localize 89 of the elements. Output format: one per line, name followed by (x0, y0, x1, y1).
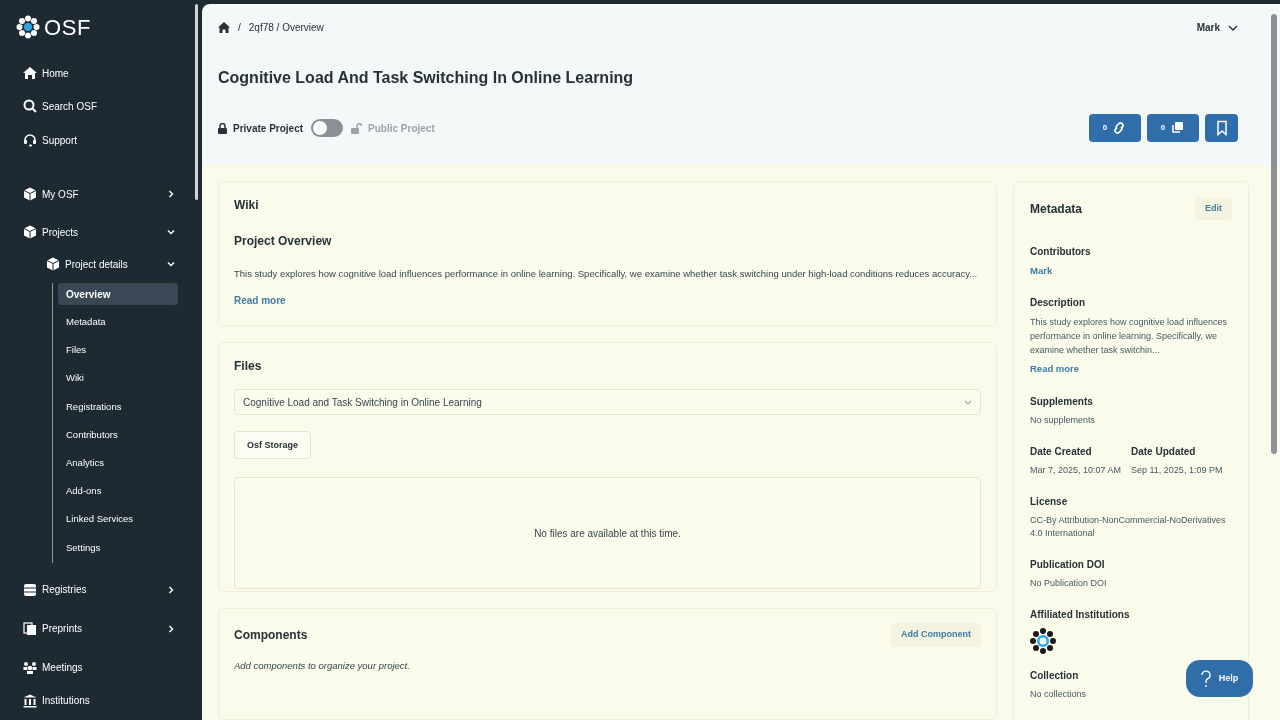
project-title: Cognitive Load And Task Switching In Online Learning (218, 68, 635, 88)
project-select[interactable]: Cognitive Load and Task Switching in Online Learning (234, 389, 981, 416)
nav-subitem[interactable]: Add-ons (58, 480, 178, 503)
nav-item[interactable]: My OSF (0, 183, 202, 205)
chevron-right-icon (166, 623, 176, 634)
wiki-subtitle: Project Overview (234, 233, 333, 250)
search-icon (23, 99, 37, 113)
scrollbar[interactable] (195, 4, 198, 200)
card-heading: Components (234, 626, 308, 644)
nav-item[interactable]: Projects (0, 221, 202, 243)
description-text: This study explores how cognitive load influences performance in online learning. Specifically, we examine whether task switchin... (1030, 316, 1229, 358)
user-menu-button[interactable]: Mark (1196, 20, 1238, 35)
unlock-icon (351, 122, 363, 134)
field-label: Supplements (1030, 394, 1093, 409)
field-label: Affiliated Institutions (1030, 607, 1130, 622)
nav-item[interactable]: Support (0, 129, 202, 151)
nav-subitem[interactable]: Settings (58, 536, 178, 559)
field-label: Publication DOI (1030, 557, 1105, 572)
documents-icon (23, 621, 37, 636)
chevron-down-icon (166, 259, 176, 269)
field-value: No collections (1030, 687, 1087, 701)
visibility-toggle[interactable] (311, 119, 344, 137)
storage-button[interactable]: Osf Storage (234, 431, 311, 460)
field-value: Mar 7, 2025, 10:07 AM (1030, 463, 1123, 477)
nav-item[interactable]: Institutions (0, 689, 202, 712)
components-hint: Add components to organize your project. (234, 658, 411, 673)
chevron-down-icon (964, 399, 972, 405)
nav-item[interactable]: Search OSF (0, 95, 202, 117)
nav-item[interactable]: Registries (0, 578, 202, 601)
nav-subitem[interactable]: Contributors (58, 423, 178, 446)
read-more-link[interactable]: Read more (1030, 362, 1080, 377)
breadcrumb-link[interactable]: 2qf78 / Overview (248, 20, 324, 35)
nav-item[interactable]: Preprints (0, 617, 202, 640)
wiki-text: This study explores how cognitive load influences performance in online learning. Specifically, we examine whether task switching under high-load conditions reduces accuracy... (234, 267, 979, 281)
field-value: Sep 11, 2025, 1:09 PM (1131, 463, 1224, 477)
forks-button[interactable]: 0 (1147, 114, 1199, 142)
nav-item[interactable]: Meetings (0, 656, 202, 679)
card-heading: Wiki (234, 197, 260, 214)
nav-subitem[interactable]: Files (58, 339, 178, 362)
osf-logo-icon[interactable] (16, 15, 40, 39)
field-value: No supplements (1030, 413, 1096, 427)
field-value: No Publication DOI (1030, 576, 1107, 590)
add-component-button[interactable]: Add Component (891, 622, 981, 647)
field-value: CC-By Attribution-NonCommercial-NoDerivatives 4.0 International (1030, 513, 1227, 540)
people-icon (23, 660, 37, 675)
field-label: Collection (1030, 668, 1079, 683)
nav-item[interactable]: Home (0, 62, 202, 84)
public-label: Public Project (368, 121, 435, 136)
links-button[interactable]: 0 (1089, 114, 1141, 142)
nav-item[interactable]: Project details (0, 253, 202, 275)
private-label: Private Project (233, 121, 304, 136)
home-icon (23, 66, 37, 80)
chevron-right-icon (166, 584, 176, 595)
nav-subitem[interactable]: Registrations (58, 395, 178, 418)
logo-text[interactable]: OSF (44, 10, 91, 44)
copy-icon (1169, 120, 1186, 136)
field-label: Date Updated (1131, 444, 1197, 459)
field-label: License (1030, 494, 1068, 509)
panel-heading: Metadata (1030, 201, 1082, 218)
nav-subitem[interactable]: Metadata (58, 311, 178, 334)
scrollbar[interactable] (1271, 14, 1277, 454)
nav-subitem[interactable]: Wiki (58, 367, 178, 390)
nav-subitem[interactable]: Overview (58, 283, 178, 305)
nav-subitem[interactable]: Linked Services (58, 508, 178, 531)
stack-icon (23, 582, 37, 597)
read-more-link[interactable]: Read more (234, 293, 286, 309)
cube-icon (46, 257, 60, 271)
breadcrumb-separator: / (238, 21, 241, 35)
bookmark-button[interactable] (1205, 114, 1238, 142)
headset-icon (23, 133, 37, 147)
nav-subitem[interactable]: Analytics (58, 452, 178, 475)
field-label: Description (1030, 296, 1085, 311)
edit-button[interactable]: Edit (1195, 198, 1232, 220)
building-icon (23, 693, 37, 708)
cube-icon (23, 187, 37, 201)
chevron-down-icon (166, 227, 176, 237)
field-label: Contributors (1030, 245, 1091, 259)
chevron-down-icon (1228, 24, 1238, 31)
help-button[interactable]: Help (1186, 660, 1253, 697)
lock-icon (218, 122, 227, 134)
field-label: Date Created (1030, 444, 1093, 459)
institution-logo-icon[interactable] (1030, 627, 1056, 654)
home-icon[interactable] (218, 22, 230, 33)
card-heading: Files (234, 358, 263, 376)
contributor-link[interactable]: Mark (1030, 264, 1232, 279)
chevron-right-icon (166, 189, 176, 199)
question-icon (1200, 670, 1211, 687)
cube-icon (23, 225, 37, 239)
empty-message: No files are available at this time. (534, 526, 681, 541)
